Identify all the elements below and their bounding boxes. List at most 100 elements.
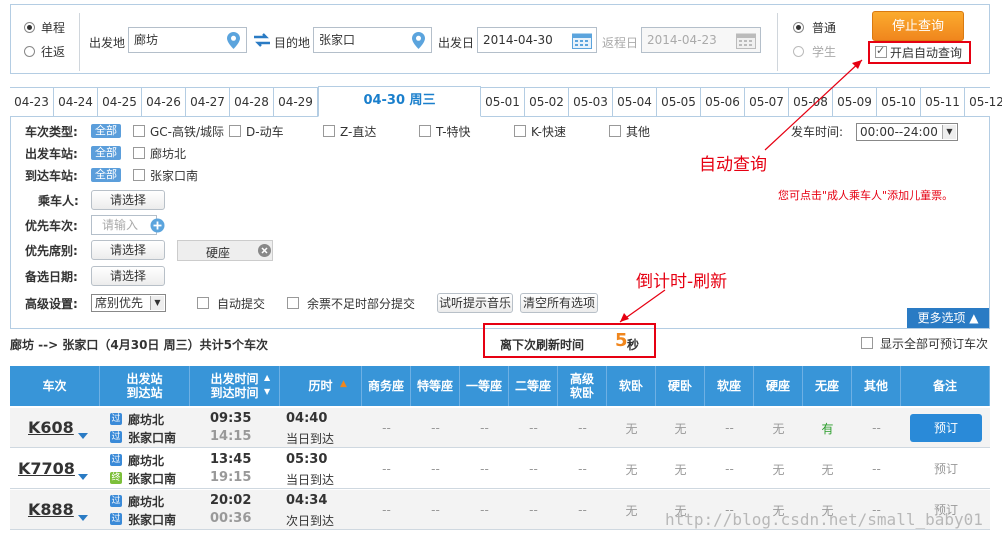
date-tab[interactable]: 04-23	[10, 88, 54, 116]
more-options-button[interactable]: 更多选项 ▲	[907, 308, 989, 328]
remove-icon[interactable]	[258, 244, 271, 257]
sort-up-icon: ▲	[340, 379, 347, 389]
auto-query-label: 开启自动查询	[890, 46, 963, 60]
seat-availability: 无	[674, 421, 687, 436]
train-type-all[interactable]: 全部	[91, 124, 121, 138]
date-tab[interactable]: 04-28	[230, 88, 274, 116]
type-gc-checkbox[interactable]	[133, 125, 145, 137]
depart-station-checkbox[interactable]	[133, 147, 145, 159]
show-all-label: 显示全部可预订车次	[880, 337, 989, 351]
to-field[interactable]: 张家口	[313, 27, 432, 53]
date-tab[interactable]: 05-06	[701, 88, 745, 116]
seat-availability: --	[725, 421, 734, 435]
date-tab[interactable]: 04-27	[186, 88, 230, 116]
advanced-select-value: 席别优先	[95, 296, 144, 310]
type-other-checkbox[interactable]	[609, 125, 621, 137]
station-badge: 过	[110, 413, 122, 425]
column-header: 软卧	[607, 366, 656, 406]
stop-query-button[interactable]: 停止查询	[872, 11, 964, 41]
add-icon[interactable]	[150, 218, 165, 233]
one-way-radio[interactable]	[24, 22, 35, 33]
train-row: K7708 过廊坊北终张家口南 13:45 19:15 05:30 当日到达 -- -- -- -…	[10, 449, 990, 489]
date-tab[interactable]: 05-04	[613, 88, 657, 116]
calendar-icon	[572, 33, 592, 49]
refresh-label: 离下次刷新时间	[500, 338, 585, 352]
seat-availability: 无	[821, 462, 834, 477]
date-tab[interactable]: 05-02	[525, 88, 569, 116]
priority-train-input[interactable]: 请输入	[91, 215, 157, 235]
date-tab[interactable]: 04-25	[98, 88, 142, 116]
choose-passenger-button[interactable]: 请选择	[91, 190, 165, 210]
clear-all-button[interactable]: 清空所有选项	[520, 293, 598, 313]
type-k-checkbox[interactable]	[514, 125, 526, 137]
from-station: 廊坊北	[128, 495, 165, 509]
date-tab[interactable]: 05-09	[833, 88, 877, 116]
train-number[interactable]: K608	[28, 418, 74, 437]
date-tab[interactable]: 05-11	[921, 88, 965, 116]
depart-time: 13:45	[210, 452, 252, 467]
station-badge: 过	[110, 495, 122, 507]
duration: 04:34	[286, 493, 328, 508]
type-z-checkbox[interactable]	[323, 125, 335, 137]
auto-query-checkbox[interactable]	[875, 44, 887, 58]
auto-query-annotation: 自动查询	[699, 155, 767, 175]
show-all-checkbox[interactable]	[861, 337, 873, 349]
to-station: 张家口南	[128, 513, 177, 527]
seat-availability: --	[382, 503, 391, 517]
choose-alt-date-button[interactable]: 请选择	[91, 266, 165, 286]
dropdown-triangle-icon[interactable]	[78, 515, 88, 521]
arrive-station-all[interactable]: 全部	[91, 168, 121, 182]
depart-time-select[interactable]: 00:00--24:00 ▼	[856, 123, 958, 141]
arrive-station-label: 到达车站:	[25, 169, 78, 183]
arrive-time: 00:36	[210, 511, 252, 526]
dropdown-triangle-icon[interactable]	[78, 433, 88, 439]
swap-icon[interactable]	[253, 33, 271, 47]
seat-availability: --	[431, 462, 440, 476]
book-button[interactable]: 预订	[910, 414, 982, 442]
date-field[interactable]: 2014-04-30	[477, 27, 597, 53]
priority-train-label: 优先车次:	[25, 219, 78, 233]
station-badge: 过	[110, 431, 122, 443]
seat-availability: --	[529, 503, 538, 517]
advanced-label: 高级设置:	[25, 297, 78, 311]
date-tab[interactable]: 05-12	[965, 88, 1002, 116]
calendar-icon	[736, 33, 756, 49]
seat-availability: 无	[625, 462, 638, 477]
date-tab[interactable]: 04-24	[54, 88, 98, 116]
date-tab[interactable]: 05-08	[789, 88, 833, 116]
type-other-label: 其他	[626, 125, 651, 139]
round-trip-radio[interactable]	[24, 46, 35, 57]
date-tab[interactable]: 04-29	[274, 88, 318, 116]
return-date-field[interactable]: 2014-04-23	[641, 27, 761, 53]
location-pin-icon	[412, 32, 425, 49]
advanced-select[interactable]: 席别优先 ▼	[91, 294, 166, 312]
dropdown-triangle-icon[interactable]	[78, 474, 88, 480]
countdown-annotation: 倒计时-刷新	[636, 272, 728, 292]
from-field[interactable]: 廊坊	[128, 27, 247, 53]
depart-station-all[interactable]: 全部	[91, 146, 121, 160]
date-tab[interactable]: 05-10	[877, 88, 921, 116]
type-d-checkbox[interactable]	[229, 125, 241, 137]
type-z-label: Z-直达	[340, 125, 377, 139]
date-tab[interactable]: 05-05	[657, 88, 701, 116]
auto-submit-checkbox[interactable]	[197, 297, 209, 309]
adult-radio[interactable]	[793, 22, 804, 33]
type-t-checkbox[interactable]	[419, 125, 431, 137]
train-number[interactable]: K888	[28, 500, 74, 519]
train-number[interactable]: K7708	[18, 459, 75, 478]
seat-availability: --	[382, 421, 391, 435]
date-tab[interactable]: 04-26	[142, 88, 186, 116]
column-header[interactable]: 历时	[280, 366, 362, 406]
date-tab-active[interactable]: 04-30 周三	[318, 86, 481, 117]
date-tab[interactable]: 05-01	[481, 88, 525, 116]
type-t-label: T-特快	[436, 125, 471, 139]
arrive-station-checkbox[interactable]	[133, 169, 145, 181]
train-type-label: 车次类型:	[25, 125, 78, 139]
partial-submit-checkbox[interactable]	[287, 297, 299, 309]
date-tab[interactable]: 05-07	[745, 88, 789, 116]
date-tab[interactable]: 05-03	[569, 88, 613, 116]
choose-seat-button[interactable]: 请选择	[91, 240, 165, 260]
preview-music-button[interactable]: 试听提示音乐	[437, 293, 513, 313]
student-radio[interactable]	[793, 46, 804, 57]
arrival-note: 次日到达	[286, 514, 335, 528]
